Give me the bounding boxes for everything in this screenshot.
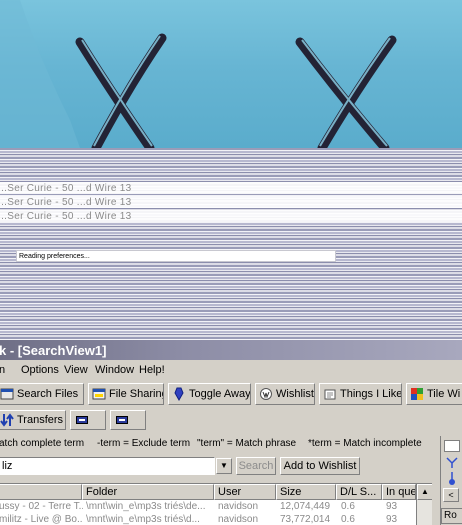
file-sharing-icon (92, 388, 106, 400)
menu-item-window[interactable]: Window (95, 364, 134, 376)
ghost-line: ...Ser Curie - 50 ...d Wire 13 (0, 183, 132, 194)
title-bar[interactable]: k - [SearchView1] (0, 340, 462, 360)
scroll-up-button[interactable]: ▲ (417, 484, 432, 500)
search-history-dropdown[interactable]: ▼ (216, 458, 232, 474)
column-header-in-queue[interactable]: In queu (382, 484, 416, 500)
column-header-filename[interactable] (0, 484, 82, 500)
cell-in-queue[interactable]: 93 (386, 514, 416, 525)
tile-windows-button[interactable]: Tile Wi (406, 383, 462, 405)
ghost-line: ...Ser Curie - 50 ...d Wire 13 (0, 211, 132, 222)
splash-image (0, 0, 462, 148)
menu-bar: n Options View Window Help! (0, 362, 462, 379)
menu-item-help[interactable]: Help! (139, 364, 165, 376)
menu-item-view[interactable]: View (64, 364, 88, 376)
tile-windows-label: Tile Wi (427, 388, 461, 400)
file-sharing-button[interactable]: File Sharing (88, 383, 164, 405)
chevron-up-icon: ▲ (421, 487, 429, 496)
cell-size[interactable]: 73,772,014 (280, 514, 336, 525)
loading-status-text: Reading preferences... (19, 253, 90, 260)
toggle-away-label: Toggle Away (189, 388, 251, 400)
hint-complete-term: atch complete term (0, 438, 85, 449)
app-window: k - [SearchView1] n Options View Window … (0, 340, 462, 525)
cell-filename[interactable]: militz - Live @ Bo... (0, 514, 83, 525)
things-i-like-icon (324, 389, 336, 400)
cell-user[interactable]: navidson (218, 501, 276, 513)
cell-in-queue[interactable]: 93 (386, 501, 416, 513)
ghost-line: ...Ser Curie - 50 ...d Wire 13 (0, 197, 132, 208)
transfers-icon (0, 413, 14, 427)
tab-search-view-1[interactable] (70, 410, 106, 430)
things-i-like-button[interactable]: Things I Like (319, 383, 402, 405)
hint-exclude-term: -term = Exclude term (97, 438, 191, 449)
chevron-down-icon: ▼ (220, 461, 228, 470)
splash-artwork (0, 0, 397, 148)
vertical-scrollbar[interactable]: ▲ (416, 484, 432, 525)
cell-dl-speed[interactable]: 0.6 (341, 514, 381, 525)
search-files-button[interactable]: Search Files (0, 383, 84, 405)
column-header-user[interactable]: User (214, 484, 276, 500)
cell-user[interactable]: navidson (218, 514, 276, 525)
toggle-away-icon (174, 387, 184, 401)
window-title: k - [SearchView1] (0, 343, 107, 358)
menu-item-file[interactable]: n (0, 364, 5, 376)
file-sharing-label: File Sharing (109, 388, 164, 400)
search-input[interactable] (0, 457, 215, 475)
cell-size[interactable]: 12,074,449 (280, 501, 336, 513)
cell-filename[interactable]: ussy - 02 - Terre T... (0, 501, 83, 513)
results-table: Folder User Size D/L S... In queu ussy -… (0, 483, 432, 525)
search-syntax-hints: atch complete term -term = Exclude term … (0, 436, 440, 452)
tab-search-view-2[interactable] (110, 410, 146, 430)
column-header-dl-speed[interactable]: D/L S... (336, 484, 382, 500)
search-row: ▼ Search Add to Wishlist (0, 457, 440, 477)
hint-match-phrase: "term" = Match phrase (197, 438, 297, 449)
side-panel: < Ro (440, 436, 462, 525)
menu-item-options[interactable]: Options (21, 364, 59, 376)
hint-match-incomplete: *term = Match incomplete (308, 438, 422, 449)
side-panel-tab[interactable]: Ro (441, 508, 462, 524)
main-toolbar: Search Files File Sharing Toggle Away Wi… (0, 383, 462, 407)
user-tree-icon (446, 457, 458, 485)
loading-status-bar: Reading preferences... (16, 250, 336, 262)
cell-dl-speed[interactable]: 0.6 (341, 501, 381, 513)
tile-windows-icon (411, 388, 423, 400)
search-button[interactable]: Search (236, 457, 276, 475)
column-header-folder[interactable]: Folder (82, 484, 214, 500)
wishlist-icon (260, 388, 272, 400)
search-files-label: Search Files (17, 388, 79, 400)
view-tabs-toolbar: Transfers (0, 410, 462, 432)
side-panel-box (444, 440, 460, 452)
add-to-wishlist-button[interactable]: Add to Wishlist (280, 457, 360, 475)
transfers-label: Transfers (17, 414, 64, 426)
things-i-like-label: Things I Like (340, 388, 402, 400)
scroll-left-button[interactable]: < (443, 488, 459, 502)
wishlist-button[interactable]: Wishlist (255, 383, 315, 405)
column-header-size[interactable]: Size (276, 484, 336, 500)
toggle-away-button[interactable]: Toggle Away (168, 383, 251, 405)
window-icon (76, 416, 88, 424)
cell-folder[interactable]: \mnt\win_e\mp3s triés\de... (86, 501, 214, 513)
search-files-icon (0, 388, 14, 400)
wishlist-label: Wishlist (276, 388, 314, 400)
cell-folder[interactable]: \mnt\win_e\mp3s triés\d... (86, 514, 214, 525)
splash-status-area: ...Ser Curie - 50 ...d Wire 13 ...Ser Cu… (0, 148, 462, 340)
transfers-button[interactable]: Transfers (0, 410, 66, 430)
window-icon (116, 416, 128, 424)
